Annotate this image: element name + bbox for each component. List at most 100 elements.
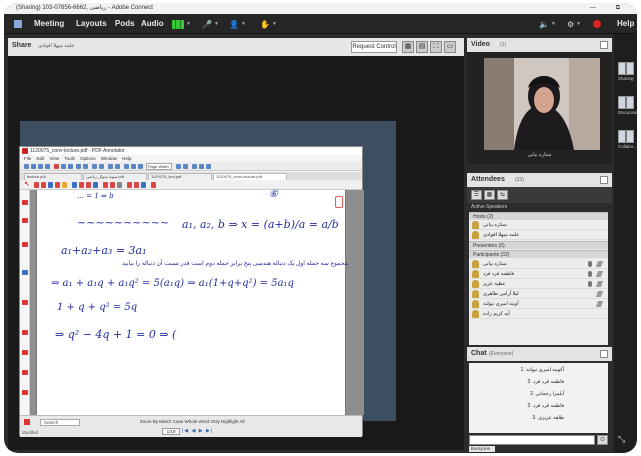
fullscreen-icon[interactable]: ⛶ (430, 41, 442, 53)
layout-discussion[interactable]: Discussion (618, 96, 637, 115)
link-icon[interactable] (117, 182, 122, 188)
pen-icon[interactable] (41, 182, 46, 188)
menu-layouts[interactable]: Layouts (76, 19, 107, 28)
stamp-icon[interactable] (93, 182, 98, 188)
tool-icon[interactable] (22, 300, 28, 305)
microphone-icon[interactable]: 🎤 ▼ (202, 18, 219, 30)
attendee-row[interactable]: فاطمه فرد فرد (469, 269, 608, 279)
hosts-group-header[interactable]: Hosts (2) (469, 212, 608, 220)
tool-icon[interactable] (22, 218, 28, 223)
speaker-icon[interactable]: 🔈 ▼ (539, 18, 556, 30)
tool-icon[interactable] (22, 200, 28, 205)
attendee-row[interactable]: ستاره بیانی (469, 220, 608, 230)
print-icon[interactable] (45, 164, 50, 169)
attendee-row[interactable]: ستاره بیانی (469, 259, 608, 269)
pdf-icon[interactable] (54, 164, 59, 169)
send-icon[interactable]: ⊙ (597, 435, 608, 445)
fit-width-icon[interactable] (131, 164, 136, 169)
copy-icon[interactable] (83, 164, 88, 169)
settings-icon[interactable]: ⚙ ▼ (567, 18, 581, 30)
pod-menu-icon[interactable] (600, 350, 608, 358)
presenters-group-header[interactable]: Presenters (0) (469, 241, 608, 249)
text-icon[interactable] (62, 182, 67, 188)
eraser-icon[interactable] (55, 182, 60, 188)
attendee-row[interactable]: علمه میهلا افوادی (469, 230, 608, 240)
pdf-tab[interactable]: lecture.pdf (24, 173, 82, 180)
tool-icon[interactable] (22, 330, 28, 335)
attendee-row[interactable]: عطیه عزیز (469, 279, 608, 289)
save-icon[interactable] (38, 164, 43, 169)
prev-page-icon[interactable] (176, 164, 181, 169)
user-status-icon[interactable]: 👤 ▼ (229, 18, 246, 30)
fit-icon[interactable]: ▭ (444, 41, 456, 53)
tool-icon[interactable] (22, 390, 28, 395)
search-options[interactable]: Zoom By Match Case Whole Word Only Highl… (140, 419, 244, 424)
undo-icon[interactable] (61, 164, 66, 169)
single-page-icon[interactable] (192, 164, 197, 169)
list-view-icon[interactable]: ▤ (416, 41, 428, 53)
tool-icon[interactable] (22, 270, 28, 275)
cut-icon[interactable] (76, 164, 81, 169)
pdf-tab-active[interactable]: 1120075_conv-lecture.pdf (213, 173, 287, 180)
close-search-icon[interactable] (24, 419, 30, 425)
chat-tab-everyone[interactable]: Everyone (469, 446, 495, 452)
pdf-tab[interactable]: 1120075_lect.pdf (148, 173, 212, 180)
grid-view-icon[interactable]: ▦ (402, 41, 414, 53)
pod-menu-icon[interactable] (600, 176, 608, 184)
menu-audio[interactable]: Audio (141, 19, 164, 28)
tool-icon[interactable] (22, 370, 28, 375)
highlighter-icon[interactable] (48, 182, 53, 188)
continuous-icon[interactable] (206, 164, 211, 169)
request-control-button[interactable]: Request Control (351, 41, 397, 53)
zoom-select[interactable]: Page Width (146, 163, 172, 170)
clear-icon[interactable] (134, 182, 139, 188)
list-view-icon[interactable]: ☰ (471, 190, 482, 200)
tool-icon[interactable] (22, 242, 28, 247)
layout-collaboration[interactable]: Collabo... (618, 130, 637, 149)
pdf-tab[interactable]: نمونه سوال ریاضی.pdf (83, 173, 147, 180)
tool-icon[interactable] (22, 350, 28, 355)
redo-icon[interactable] (68, 164, 73, 169)
color-icon[interactable] (103, 182, 108, 188)
pdf-search-input[interactable]: Search (40, 419, 80, 426)
page-number-box[interactable]: 1/19 (162, 428, 180, 435)
zoom-out-icon[interactable] (99, 164, 104, 169)
heart-icon[interactable] (151, 182, 156, 188)
pdf-menu[interactable]: File Edit View Tools Options Window Help (20, 155, 362, 162)
menu-pods[interactable]: Pods (115, 19, 135, 28)
pages-icon[interactable] (115, 164, 120, 169)
page-nav[interactable]: |◀ ◀ ▶ ▶| (182, 428, 213, 434)
fit-page-icon[interactable] (124, 164, 129, 169)
pen-icon[interactable] (34, 182, 39, 188)
two-page-icon[interactable] (199, 164, 204, 169)
grid-view-icon[interactable]: ▦ (484, 190, 495, 200)
menu-help[interactable]: Help (617, 19, 634, 28)
pod-menu-icon[interactable] (600, 41, 608, 49)
open-icon[interactable] (31, 164, 36, 169)
pointer-icon[interactable]: ↖ (24, 181, 30, 189)
arrow-icon[interactable] (86, 182, 91, 188)
line-icon[interactable] (79, 182, 84, 188)
raise-hand-icon[interactable]: ✋ ▼ (260, 18, 277, 30)
shape-icon[interactable] (72, 182, 77, 188)
attendee-row[interactable]: آیه کریم زاده (469, 309, 608, 319)
record-icon[interactable] (593, 20, 601, 28)
layout-sharing[interactable]: Sharing (618, 62, 634, 81)
window-controls[interactable]: — ⧉ (590, 3, 629, 14)
next-page-icon[interactable] (183, 164, 188, 169)
undo-annotation-icon[interactable] (127, 182, 132, 188)
camera-icon[interactable] (141, 182, 146, 188)
attendee-row[interactable]: آوینه امیری نیولنه (469, 299, 608, 309)
menu-meeting[interactable]: Meeting (34, 19, 64, 28)
attendee-row[interactable]: لیلا آرامی طاهری (469, 289, 608, 299)
rotate-icon[interactable] (138, 164, 143, 169)
page-icon[interactable] (108, 164, 113, 169)
marker-icon[interactable] (110, 182, 115, 188)
breakout-icon[interactable]: ⇆ (497, 190, 508, 200)
participants-group-header[interactable]: Participants (32) (469, 250, 608, 258)
collapse-icon[interactable]: ⤡ (618, 434, 634, 445)
new-icon[interactable] (24, 164, 29, 169)
webcam-video[interactable] (484, 58, 600, 150)
chat-input[interactable] (469, 435, 595, 445)
zoom-in-icon[interactable] (92, 164, 97, 169)
